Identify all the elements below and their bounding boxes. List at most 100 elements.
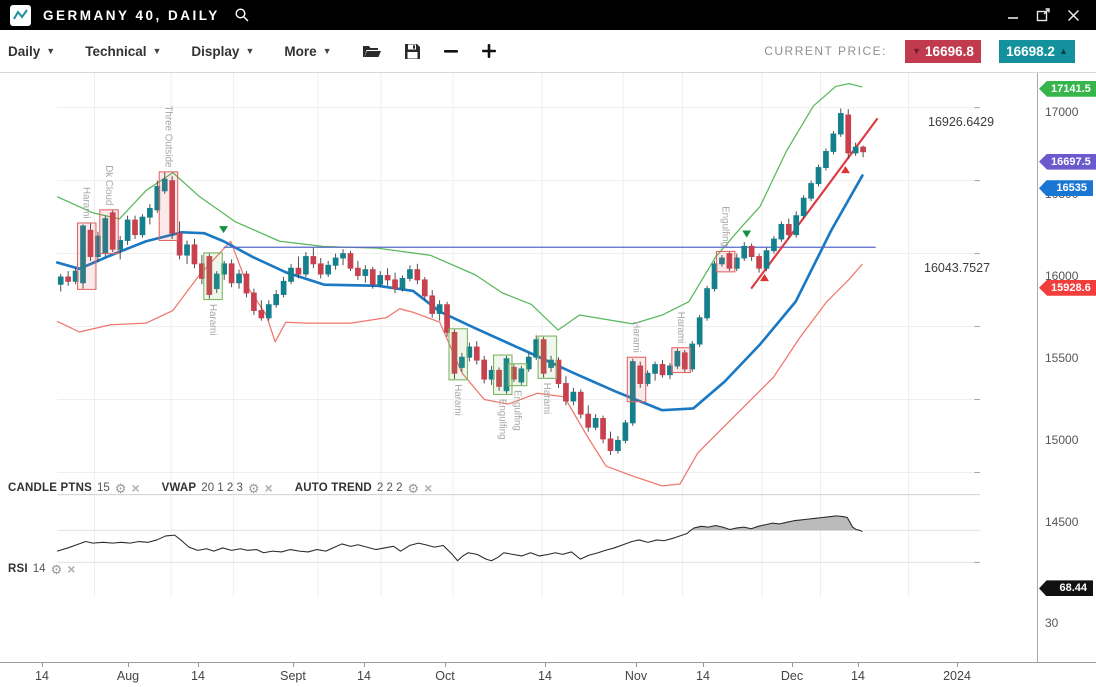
candlestick (608, 439, 613, 451)
candlestick (660, 365, 665, 375)
time-tick-label: Oct (435, 669, 454, 683)
indicator-chip-candle-ptns: CANDLE PTNS 15 ⚙ × (8, 481, 140, 495)
candlestick (861, 147, 866, 152)
candlestick (363, 270, 368, 276)
indicator-chip-rsi: RSI 14 ⚙ × (8, 562, 75, 576)
popout-button[interactable] (1036, 8, 1050, 22)
time-tick (198, 663, 199, 667)
candlestick (326, 265, 331, 274)
candlestick (237, 274, 242, 283)
pattern-box (78, 223, 96, 289)
candlestick (289, 268, 294, 281)
indicator-chip-auto-trend: AUTO TREND 2 2 2 ⚙ × (295, 481, 433, 495)
time-tick-label: 14 (696, 669, 710, 683)
settings-gear-icon[interactable]: ⚙ (115, 482, 127, 495)
candlestick (846, 115, 851, 153)
close-icon[interactable] (1067, 9, 1080, 22)
pattern-label: Engulfing (512, 390, 523, 431)
price-tick-label: 15500 (1045, 351, 1078, 365)
open-folder-icon[interactable] (362, 43, 382, 59)
pattern-label: Harami (81, 187, 92, 218)
candlestick (125, 220, 130, 240)
time-tick-label: 14 (851, 669, 865, 683)
candlestick (578, 392, 583, 414)
candlestick (341, 254, 346, 258)
price-badge-vwap-last: 16535 (1039, 180, 1093, 196)
time-tick (636, 663, 637, 667)
candlestick (430, 296, 435, 314)
candlestick (601, 418, 606, 438)
pattern-label: Three Outside (162, 106, 173, 168)
pattern-box (449, 329, 467, 380)
rsi-line (57, 516, 862, 561)
pattern-box (159, 172, 177, 241)
menu-daily[interactable]: Daily▼ (8, 44, 55, 59)
minimize-button[interactable] (1007, 9, 1019, 21)
remove-indicator-icon[interactable]: × (131, 481, 139, 495)
remove-indicator-icon[interactable]: × (424, 481, 432, 495)
candlestick (185, 245, 190, 255)
chevron-down-icon: ▼ (46, 46, 55, 56)
candlestick (824, 151, 829, 167)
candlestick (318, 264, 323, 274)
signal-sell-icon (219, 226, 228, 233)
time-tick (703, 663, 704, 667)
pattern-box (204, 253, 222, 300)
pattern-label: Engulfing (497, 399, 508, 440)
search-icon[interactable] (234, 7, 250, 23)
candlestick (356, 268, 361, 275)
candlestick (303, 257, 308, 275)
chevron-down-icon: ▼ (152, 46, 161, 56)
price-tick-label: 14500 (1045, 515, 1078, 529)
candlestick (809, 184, 814, 199)
candlestick (705, 289, 710, 318)
time-tick (42, 663, 43, 667)
time-tick-label: Sept (280, 669, 306, 683)
chevron-down-icon: ▼ (245, 46, 254, 56)
remove-indicator-icon[interactable]: × (265, 481, 273, 495)
zoom-in-button[interactable] (481, 43, 497, 59)
candlestick (58, 277, 63, 284)
time-tick (957, 663, 958, 667)
price-chart-canvas[interactable]: HaramiDk CloudThree OutsideHaramiHaramiE… (0, 73, 1037, 662)
settings-gear-icon[interactable]: ⚙ (248, 482, 260, 495)
candlestick (274, 294, 279, 304)
rsi-value-badge: 68.44 (1039, 580, 1093, 596)
pattern-box (716, 251, 734, 271)
price-axis[interactable]: 1700016500160001550015000145003017141.51… (1037, 73, 1096, 662)
pattern-label: Harami (207, 304, 218, 335)
title-bar: GERMANY 40, DAILY (0, 0, 1096, 30)
candlestick (474, 347, 479, 360)
settings-gear-icon[interactable]: ⚙ (407, 482, 419, 495)
candlestick (749, 246, 754, 256)
time-axis[interactable]: 14Aug14Sept14Oct14Nov14Dec142024 (0, 662, 1096, 687)
time-tick (545, 663, 546, 667)
trend-line-price-label: 16926.6429 (928, 115, 994, 129)
menu-display[interactable]: Display▼ (191, 44, 254, 59)
remove-indicator-icon[interactable]: × (67, 562, 75, 576)
candlestick (333, 258, 338, 265)
candlestick (757, 257, 762, 269)
pattern-label: Harami (452, 384, 463, 415)
candlestick (571, 392, 576, 401)
menu-technical[interactable]: Technical▼ (85, 44, 161, 59)
candlestick (66, 277, 71, 281)
zoom-out-button[interactable] (443, 43, 459, 59)
candlestick (147, 208, 152, 217)
save-icon[interactable] (404, 43, 421, 60)
time-tick-label: Nov (625, 669, 647, 683)
candlestick (779, 224, 784, 239)
candlestick (838, 114, 843, 134)
menu-more[interactable]: More▼ (284, 44, 331, 59)
time-tick-label: 2024 (943, 669, 971, 683)
candlestick (259, 311, 264, 318)
time-tick-label: 14 (357, 669, 371, 683)
chart-area[interactable]: HaramiDk CloudThree OutsideHaramiHaramiE… (0, 73, 1037, 662)
time-tick-label: Aug (117, 669, 139, 683)
price-tick-label: 17000 (1045, 105, 1078, 119)
price-badge-last-price: 16697.5 (1039, 154, 1096, 170)
indicator-chip-vwap: VWAP 20 1 2 3 ⚙ × (162, 481, 273, 495)
settings-gear-icon[interactable]: ⚙ (51, 563, 63, 576)
candlestick (140, 217, 145, 235)
candlestick (251, 293, 256, 311)
